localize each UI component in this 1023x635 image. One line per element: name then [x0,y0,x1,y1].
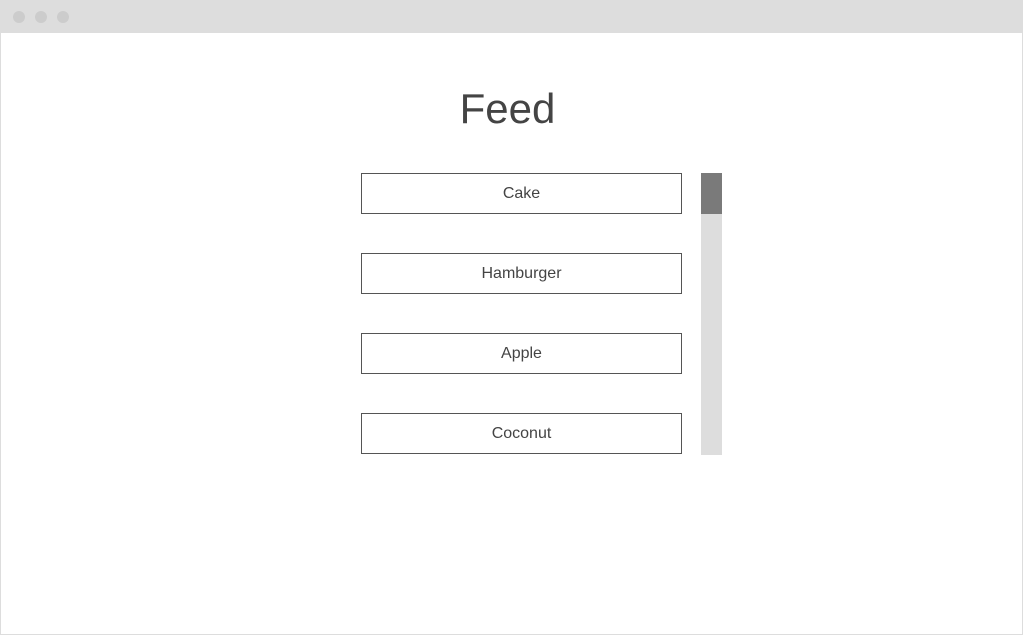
browser-window: Feed Cake Hamburger Apple Coconut [0,0,1023,635]
feed-item-apple[interactable]: Apple [361,333,682,374]
window-close-dot-icon[interactable] [13,11,25,23]
window-minimize-dot-icon[interactable] [35,11,47,23]
feed-item-cake[interactable]: Cake [361,173,682,214]
window-titlebar [1,1,1022,33]
window-maximize-dot-icon[interactable] [57,11,69,23]
page-title: Feed [459,85,556,132]
feed-list: Cake Hamburger Apple Coconut [361,173,683,455]
feed-item-coconut[interactable]: Coconut [361,413,682,454]
feed-scrollbar[interactable] [701,173,722,455]
feed-item-hamburger[interactable]: Hamburger [361,253,682,294]
scrollbar-thumb[interactable] [701,173,722,214]
